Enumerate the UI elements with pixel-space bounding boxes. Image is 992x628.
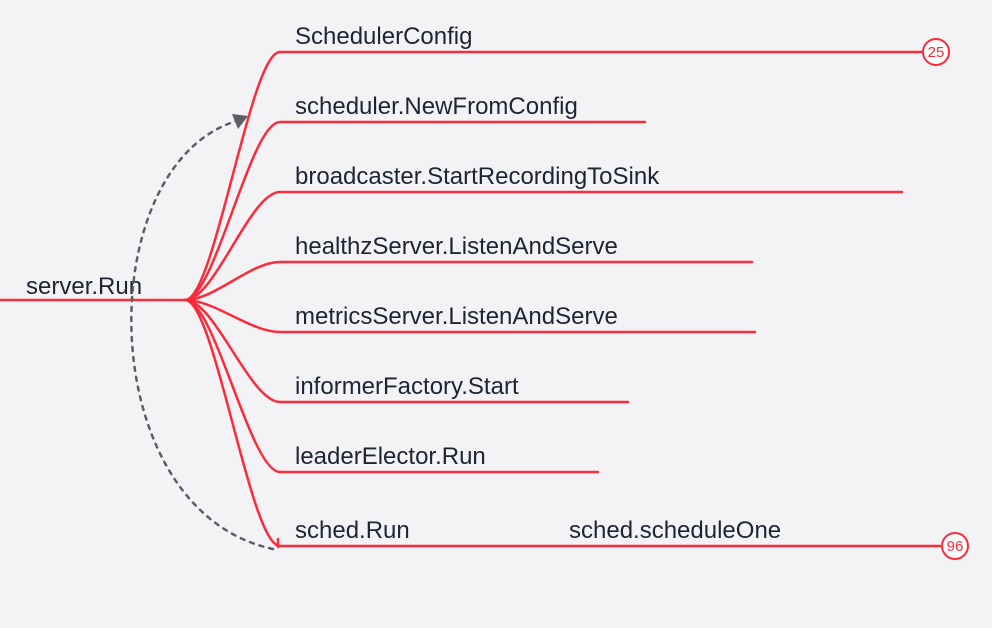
count-badge-value: 96 xyxy=(947,538,964,555)
branch-label: informerFactory.Start xyxy=(295,373,519,400)
branch-second-label: sched.scheduleOne xyxy=(569,517,781,544)
loop-arrow xyxy=(131,114,273,549)
count-badge-value: 25 xyxy=(928,44,945,61)
branch-label: scheduler.NewFromConfig xyxy=(295,93,578,120)
mindmap-diagram: server.Run SchedulerConfig 25 scheduler.Ne… xyxy=(0,0,992,628)
branch-label: leaderElector.Run xyxy=(295,443,486,470)
branch-label: broadcaster.StartRecordingToSink xyxy=(295,163,660,190)
branch-label: metricsServer.ListenAndServe xyxy=(295,303,618,330)
branch-label: SchedulerConfig xyxy=(295,23,472,50)
branch-label: healthzServer.ListenAndServe xyxy=(295,233,618,260)
branch-label: sched.Run xyxy=(295,517,410,544)
root-label: server.Run xyxy=(26,273,142,300)
branch-connector xyxy=(185,300,940,546)
branch-connector xyxy=(185,262,752,300)
